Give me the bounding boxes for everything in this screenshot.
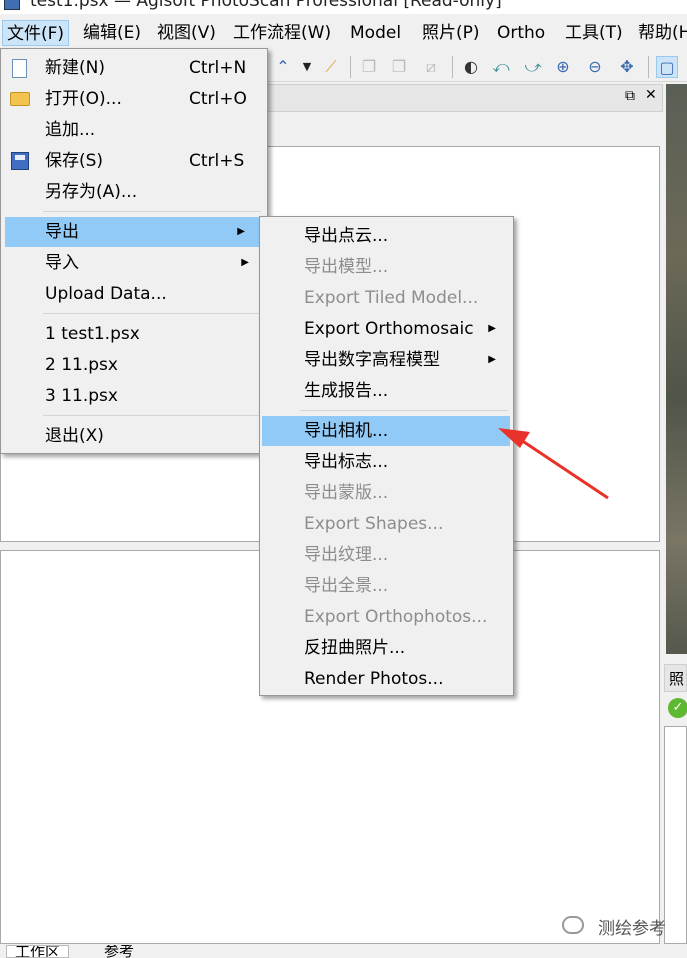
menu-divider [43, 211, 261, 212]
menu-tools[interactable]: 工具(T) [561, 20, 627, 46]
shortcut-label: Ctrl+S [189, 151, 245, 171]
submenu-item-export-texture: 导出纹理... [304, 545, 389, 565]
menu-divider [43, 313, 261, 314]
export-submenu: 导出点云... 导出模型... Export Tiled Model... Ex… [259, 216, 514, 696]
menu-item-import[interactable]: 导入 ▶ [1, 248, 267, 278]
submenu-item-export-orthomosaic[interactable]: Export Orthomosaic ▶ [262, 314, 510, 344]
toolbar-divider [648, 56, 649, 78]
submenu-item-export-dem[interactable]: 导出数字高程模型 ▶ [262, 345, 510, 375]
window-title: test1.psx — Agisoft PhotoScan Profession… [30, 0, 502, 11]
right-panel-tab-label: 照 [669, 670, 685, 688]
toolbar: ⌃ ▼ ⟋ ❐ ❐ ⧄ ◐ ⤺ ⤻ ⊕ ⊖ ✥ ▢ [268, 50, 687, 82]
zoom-in-icon[interactable]: ⊕ [552, 56, 574, 78]
new-document-icon [12, 59, 27, 78]
submenu-arrow-icon: ▶ [241, 257, 249, 268]
submenu-arrow-icon: ▶ [488, 354, 496, 365]
zoom-out-icon[interactable]: ⊖ [584, 56, 606, 78]
check-icon[interactable]: ✓ [668, 698, 687, 718]
menu-item-recent-3[interactable]: 3 11.psx [1, 381, 267, 411]
menu-item-append[interactable]: 追加... [1, 115, 267, 145]
menu-item-open[interactable]: 打开(O)... Ctrl+O [1, 84, 267, 114]
file-menu-dropdown: 新建(N) Ctrl+N 打开(O)... Ctrl+O 追加... 保存(S)… [0, 48, 268, 454]
submenu-item-export-shapes: Export Shapes... [304, 514, 444, 534]
menu-item-new[interactable]: 新建(N) Ctrl+N [1, 53, 267, 83]
menu-item-recent-1[interactable]: 1 test1.psx [1, 319, 267, 349]
submenu-item-export-masks: 导出蒙版... [304, 483, 389, 503]
menu-bar: 文件(F) 编辑(E) 视图(V) 工作流程(W) Model 照片(P) Or… [0, 14, 687, 50]
watermark-text: 测绘参考 [598, 919, 666, 939]
app-icon [4, 0, 20, 10]
rotate-left-icon[interactable]: ⤺ [490, 56, 512, 78]
submenu-item-generate-report[interactable]: 生成报告... [262, 376, 510, 406]
toolbar-divider [350, 56, 351, 78]
submenu-item-export-model: 导出模型... [304, 257, 389, 277]
menu-view[interactable]: 视图(V) [153, 20, 220, 46]
menu-item-save[interactable]: 保存(S) Ctrl+S [1, 146, 267, 176]
menu-item-recent-2[interactable]: 2 11.psx [1, 350, 267, 380]
submenu-item-export-markers[interactable]: 导出标志... [262, 447, 510, 477]
move-icon[interactable]: ✥ [616, 56, 638, 78]
tab-workspace[interactable]: 工作区 [6, 945, 70, 958]
delete-disabled-icon: ⧄ [425, 57, 437, 76]
shading-icon[interactable]: ◐ [460, 56, 482, 78]
paste-disabled-icon: ❐ [391, 57, 407, 76]
menu-edit[interactable]: 编辑(E) [79, 20, 145, 46]
save-icon [11, 152, 29, 170]
menu-divider [300, 410, 508, 411]
submenu-item-export-cameras[interactable]: 导出相机... [262, 416, 510, 446]
submenu-item-export-orthophotos: Export Orthophotos... [304, 607, 488, 627]
submenu-item-render-photos[interactable]: Render Photos... [262, 664, 510, 694]
title-bar: test1.psx — Agisoft PhotoScan Profession… [0, 0, 687, 14]
submenu-arrow-icon: ▶ [488, 323, 496, 334]
close-panel-icon[interactable]: ✕ [645, 87, 657, 103]
shortcut-label: Ctrl+N [189, 58, 247, 78]
submenu-item-export-panorama: 导出全景... [304, 576, 389, 596]
menu-photo[interactable]: 照片(P) [418, 20, 484, 46]
menu-item-exit[interactable]: 退出(X) [1, 421, 267, 451]
dropdown-arrow-icon[interactable]: ▼ [296, 56, 318, 78]
right-properties-panel [664, 726, 687, 944]
tab-reference[interactable]: 参考 [96, 945, 142, 958]
model-view-area[interactable] [666, 84, 687, 654]
submenu-item-undistort-photos[interactable]: 反扭曲照片... [262, 633, 510, 663]
copy-disabled-icon: ❐ [361, 57, 377, 76]
menu-model[interactable]: Model [346, 20, 405, 46]
select-mode-icon[interactable]: ▢ [656, 56, 678, 78]
menu-item-export[interactable]: 导出 ▶ [5, 217, 259, 247]
right-panel-tab[interactable]: 照 [664, 664, 687, 692]
wechat-logo-icon [562, 916, 584, 934]
menu-item-upload-data[interactable]: Upload Data... [1, 279, 267, 309]
folder-icon [10, 92, 30, 106]
annotation-arrow-icon [498, 428, 609, 500]
submenu-arrow-icon: ▶ [237, 226, 245, 237]
menu-workflow[interactable]: 工作流程(W) [229, 20, 335, 46]
menu-ortho[interactable]: Ortho [493, 20, 549, 46]
float-panel-icon[interactable]: ⧉ [625, 88, 635, 104]
shortcut-label: Ctrl+O [189, 89, 247, 109]
menu-file[interactable]: 文件(F) [2, 20, 70, 46]
polyline-icon[interactable]: ⌃ [272, 56, 294, 78]
menu-divider [43, 415, 261, 416]
toolbar-divider [452, 56, 453, 78]
menu-item-save-as[interactable]: 另存为(A)... [1, 177, 267, 207]
rotate-right-icon[interactable]: ⤻ [522, 56, 544, 78]
submenu-item-export-points[interactable]: 导出点云... [262, 221, 510, 251]
menu-help[interactable]: 帮助(H) [634, 20, 687, 46]
ruler-icon[interactable]: ⟋ [320, 56, 342, 78]
submenu-item-export-tiled-model: Export Tiled Model... [304, 288, 479, 308]
